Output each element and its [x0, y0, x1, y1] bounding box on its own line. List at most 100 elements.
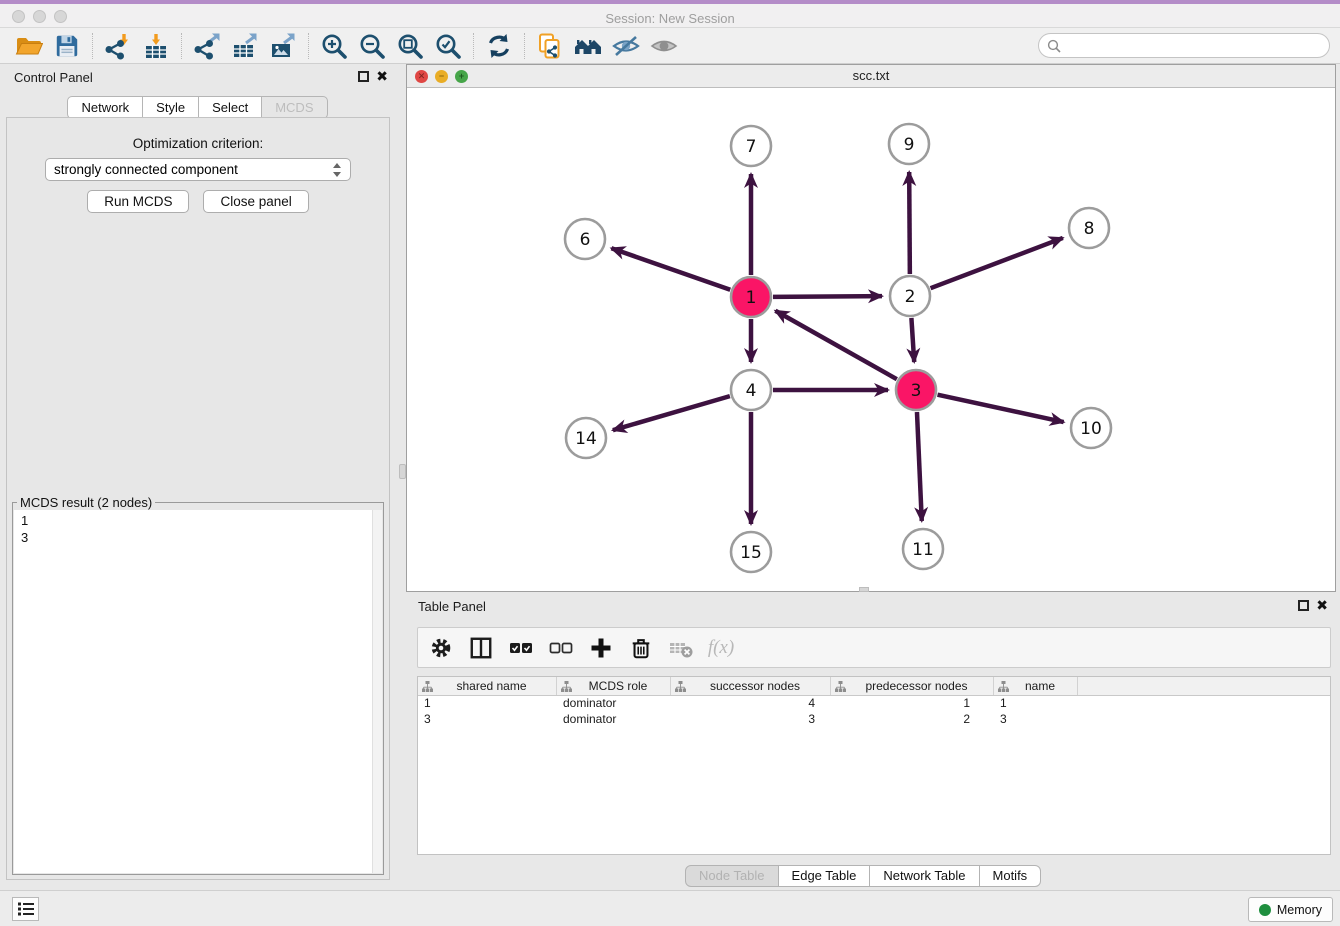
settings-gear-icon[interactable] [426, 633, 456, 663]
edge-3-11[interactable] [917, 412, 922, 521]
column-header-label: MCDS role [572, 679, 670, 693]
table-cell: 1 [418, 696, 557, 712]
node-label-2: 2 [905, 287, 916, 307]
export-network-icon[interactable] [188, 30, 226, 62]
right-pane: ✕ − + scc.txt 7968124314101511 Table Pan… [396, 64, 1340, 890]
mcds-result-area[interactable]: 1 3 [14, 510, 382, 873]
edge-1-6[interactable] [611, 248, 730, 290]
select-all-columns-icon[interactable] [506, 633, 536, 663]
node-label-3: 3 [911, 381, 922, 401]
network-view-window: ✕ − + scc.txt 7968124314101511 [406, 64, 1336, 592]
show-graphics-details-icon[interactable] [645, 30, 683, 62]
optimization-criterion-select[interactable]: strongly connected component [45, 158, 351, 181]
result-scrollbar[interactable] [372, 510, 382, 873]
node-label-8: 8 [1084, 219, 1095, 239]
save-session-icon[interactable] [48, 30, 86, 62]
memory-label: Memory [1277, 903, 1322, 917]
zoom-fit-icon[interactable] [391, 30, 429, 62]
node-label-7: 7 [746, 137, 757, 157]
control-panel-title: Control Panel [14, 70, 93, 85]
edge-2-8[interactable] [931, 238, 1063, 288]
table-cell: 1 [994, 696, 1078, 712]
edge-2-9[interactable] [909, 172, 910, 274]
table-toolbar: f(x) [417, 627, 1331, 668]
network-window-titlebar[interactable]: ✕ − + scc.txt [407, 65, 1335, 88]
node-label-9: 9 [904, 135, 915, 155]
edge-2-3[interactable] [911, 318, 914, 362]
run-mcds-button[interactable]: Run MCDS [87, 190, 189, 213]
vertical-splitter-handle[interactable] [399, 464, 406, 479]
edge-1-2[interactable] [773, 296, 882, 297]
column-header-MCDS-role[interactable]: MCDS role [557, 677, 671, 695]
column-type-icon [998, 681, 1009, 692]
apply-layout-icon[interactable] [480, 30, 518, 62]
column-header-label: name [1009, 679, 1077, 693]
table-panel-title: Table Panel [418, 599, 486, 614]
table-cell: 1 [831, 696, 994, 712]
table-cell: 2 [831, 712, 994, 728]
close-table-panel-icon[interactable]: ✖ [1316, 600, 1328, 611]
delete-column-icon[interactable] [626, 633, 656, 663]
column-type-icon [422, 681, 433, 692]
edge-4-14[interactable] [613, 396, 730, 430]
toolbar-separator [181, 33, 182, 59]
table-panel: Table Panel ✖ [396, 592, 1340, 890]
export-table-icon[interactable] [226, 30, 264, 62]
open-session-icon[interactable] [10, 30, 48, 62]
app-title: Session: New Session [0, 8, 1340, 30]
edge-3-10[interactable] [937, 395, 1063, 422]
import-network-icon[interactable] [99, 30, 137, 62]
close-panel-button[interactable]: Close panel [203, 190, 308, 213]
tab-network-table[interactable]: Network Table [869, 865, 979, 887]
export-image-icon[interactable] [264, 30, 302, 62]
column-header-shared-name[interactable]: shared name [418, 677, 557, 695]
create-column-icon[interactable] [586, 633, 616, 663]
node-label-15: 15 [740, 543, 762, 563]
memory-button[interactable]: Memory [1248, 897, 1333, 922]
tab-style[interactable]: Style [142, 96, 199, 119]
columns-icon[interactable] [466, 633, 496, 663]
table-tabs: Node TableEdge TableNetwork TableMotifs [686, 865, 1041, 887]
show-task-history-button[interactable] [12, 897, 39, 921]
column-header-successor-nodes[interactable]: successor nodes [671, 677, 831, 695]
tab-select[interactable]: Select [198, 96, 262, 119]
table-cell: 4 [671, 696, 831, 712]
column-header-predecessor-nodes[interactable]: predecessor nodes [831, 677, 994, 695]
mcds-panel: Optimization criterion: strongly connect… [6, 117, 390, 880]
zoom-selected-icon[interactable] [429, 30, 467, 62]
float-panel-icon[interactable] [358, 71, 369, 82]
table-cell: dominator [557, 712, 671, 728]
app-titlebar: Session: New Session [0, 4, 1340, 28]
delete-table-icon[interactable] [666, 633, 696, 663]
table-row[interactable]: 3dominator323 [418, 712, 1330, 728]
zoom-out-icon[interactable] [353, 30, 391, 62]
criterion-value: strongly connected component [54, 162, 332, 177]
tab-edge-table[interactable]: Edge Table [778, 865, 871, 887]
function-builder-icon[interactable]: f(x) [706, 633, 736, 663]
column-header-name[interactable]: name [994, 677, 1078, 695]
search-input[interactable] [1066, 36, 1329, 56]
node-label-4: 4 [746, 381, 757, 401]
column-header-label: predecessor nodes [846, 679, 993, 693]
status-bar: Memory [0, 890, 1340, 926]
network-canvas[interactable]: 7968124314101511 [407, 88, 1335, 591]
tab-motifs[interactable]: Motifs [979, 865, 1042, 887]
import-table-icon[interactable] [137, 30, 175, 62]
close-panel-icon[interactable]: ✖ [376, 71, 388, 82]
memory-status-icon [1259, 904, 1271, 916]
zoom-in-icon[interactable] [315, 30, 353, 62]
tab-network[interactable]: Network [67, 96, 143, 119]
hide-graphics-details-icon[interactable] [607, 30, 645, 62]
tab-node-table[interactable]: Node Table [685, 865, 779, 887]
control-panel: Control Panel ✖ NetworkStyleSelectMCDS O… [0, 64, 396, 890]
ndex-home-icon[interactable] [569, 30, 607, 62]
float-table-panel-icon[interactable] [1298, 600, 1309, 611]
unselect-all-columns-icon[interactable] [546, 633, 576, 663]
mcds-result-title: MCDS result (2 nodes) [17, 495, 155, 510]
clone-network-icon[interactable] [531, 30, 569, 62]
table-row[interactable]: 1dominator411 [418, 696, 1330, 712]
edge-3-1[interactable] [775, 311, 896, 379]
tab-mcds[interactable]: MCDS [261, 96, 327, 119]
table-cell: 3 [671, 712, 831, 728]
network-graph[interactable]: 7968124314101511 [407, 88, 1335, 591]
